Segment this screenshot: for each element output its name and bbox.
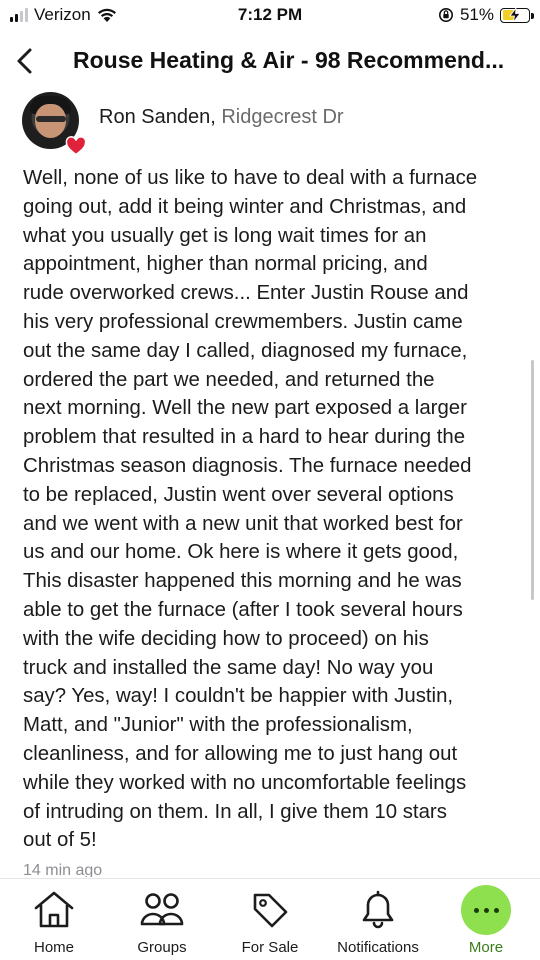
author-row: Ron Sanden, Ridgecrest Dr xyxy=(22,92,522,156)
post-line: ordered the part we needed, and returned… xyxy=(23,368,435,391)
post-line: his very professional crewmembers. Justi… xyxy=(23,310,463,333)
author-location[interactable]: Ridgecrest Dr xyxy=(221,106,343,128)
post-line: Matt, and "Junior" with the professional… xyxy=(23,714,413,737)
post-line: truck and installed the same day! No way… xyxy=(23,656,434,679)
tab-for-sale[interactable]: For Sale xyxy=(216,879,324,960)
post-body: Well, none of us like to have to deal wi… xyxy=(23,164,523,855)
home-icon xyxy=(34,891,74,928)
author-name[interactable]: Ron Sanden xyxy=(99,106,210,128)
tab-label: Notifications xyxy=(337,939,419,956)
post-line: cleanliness, and for allowing me to just… xyxy=(23,742,458,765)
header: Rouse Heating & Air - 98 Recommend... xyxy=(0,36,540,86)
more-icon xyxy=(461,885,511,935)
post-line: out the same day I called, diagnosed my … xyxy=(23,339,468,362)
post-line: us and our home. Ok here is where it get… xyxy=(23,541,459,564)
post-line: Christmas season diagnosis. The furnace … xyxy=(23,454,472,477)
post-line: of intruding on them. In all, I give the… xyxy=(23,800,447,823)
status-right: 51% xyxy=(438,5,534,25)
tab-label: Home xyxy=(33,939,74,956)
post-line: say? Yes, way! I couldn't be happier wit… xyxy=(23,685,454,708)
post-line: rude overworked crews... Enter Justin Ro… xyxy=(23,282,469,305)
tab-home[interactable]: Home xyxy=(0,879,108,960)
bolt-icon xyxy=(509,7,521,22)
post-line: out of 5! xyxy=(23,829,97,852)
post-line: This disaster happened this morning and … xyxy=(23,570,462,593)
post-line: while they worked with no uncomfortable … xyxy=(23,771,467,794)
battery-charging-icon xyxy=(500,7,534,23)
bell-icon xyxy=(362,890,394,929)
post-line: to be replaced, Justin went over several… xyxy=(23,483,454,506)
tab-groups[interactable]: Groups xyxy=(108,879,216,960)
heart-icon xyxy=(65,136,87,156)
post-line: able to get the furnace (after I took se… xyxy=(23,598,463,621)
back-button[interactable] xyxy=(8,44,42,78)
post-line: next morning. Well the new part exposed … xyxy=(23,397,467,420)
battery-tip xyxy=(531,12,534,19)
post-line: going out, add it being winter and Chris… xyxy=(23,195,467,218)
chevron-left-icon xyxy=(17,48,32,74)
rotation-lock-icon xyxy=(438,8,453,22)
post-line: Well, none of us like to have to deal wi… xyxy=(23,167,478,189)
post-line: what you usually get is long wait times … xyxy=(23,224,427,247)
avatar-glasses xyxy=(36,116,66,122)
author-separator: , xyxy=(210,106,216,128)
tab-label: For Sale xyxy=(241,939,299,956)
tab-notifications[interactable]: Notifications xyxy=(324,879,432,960)
post-line: problem that resulted in a hard to hear … xyxy=(23,426,466,449)
tab-label: More xyxy=(468,939,504,956)
tab-more[interactable]: More xyxy=(432,879,540,960)
author-line: Ron Sanden, Ridgecrest Dr xyxy=(99,106,344,129)
battery-percent: 51% xyxy=(459,5,494,24)
post-line: with the wife deciding how to proceed) o… xyxy=(23,627,429,650)
tab-bar: Home Groups For Sale Notifications More xyxy=(0,878,540,960)
post-line: appointment, higher than normal pricing,… xyxy=(23,253,428,276)
scrollbar[interactable] xyxy=(531,360,534,600)
page-title: Rouse Heating & Air - 98 Recommend... xyxy=(73,47,505,73)
post-timestamp: 14 min ago xyxy=(23,862,103,877)
post-line: and we went with a new unit that worked … xyxy=(23,512,463,535)
tag-icon xyxy=(253,893,288,928)
tab-label: Groups xyxy=(137,939,187,956)
status-bar: Verizon 7:12 PM 51% xyxy=(0,0,540,34)
groups-icon xyxy=(140,893,184,926)
